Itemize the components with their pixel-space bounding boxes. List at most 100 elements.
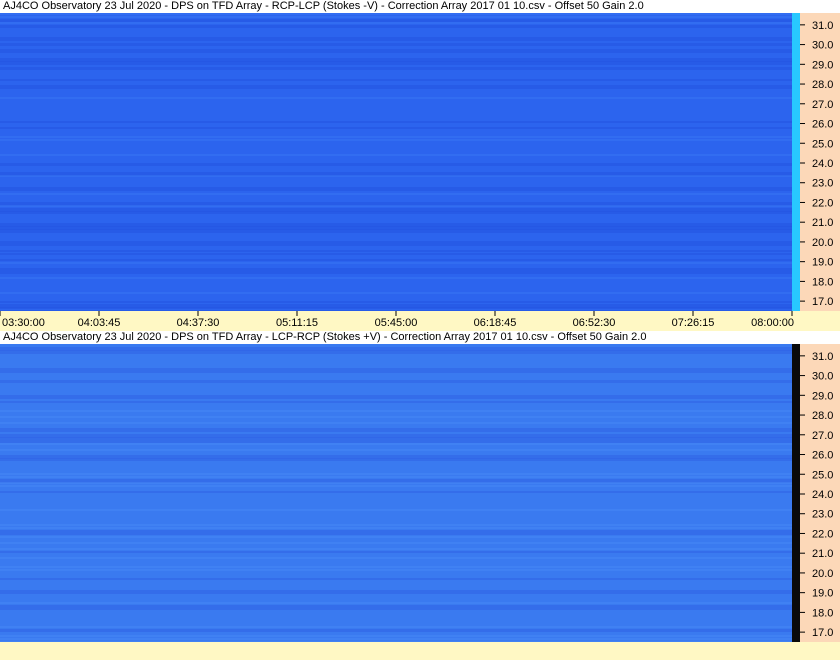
y-tick-label: 25.0 <box>812 469 833 481</box>
frequency-band <box>0 602 792 604</box>
y-tick-label: 29.0 <box>812 390 833 402</box>
frequency-band <box>0 205 792 207</box>
frequency-band <box>0 542 792 544</box>
bottom-chart-title: AJ4CO Observatory 23 Jul 2020 - DPS on T… <box>0 331 840 344</box>
y-tick-label: 18.0 <box>812 607 833 619</box>
x-tick-label: 05:45:00 <box>375 317 418 329</box>
frequency-band <box>0 557 792 559</box>
frequency-band <box>0 401 792 403</box>
frequency-band <box>0 259 792 261</box>
frequency-band <box>0 97 792 99</box>
y-tick-label: 18.0 <box>812 276 833 288</box>
frequency-band <box>0 244 792 246</box>
y-tick-label: 20.0 <box>812 568 833 580</box>
frequency-band <box>0 121 792 123</box>
y-tick-label: 17.0 <box>812 296 833 308</box>
frequency-band <box>0 250 792 252</box>
frequency-band <box>0 608 792 610</box>
frequency-band <box>0 253 792 255</box>
frequency-band <box>0 187 792 191</box>
frequency-band <box>0 410 792 412</box>
frequency-band <box>0 13 792 15</box>
y-tick-label: 26.0 <box>812 450 833 462</box>
frequency-band <box>0 569 792 571</box>
frequency-band <box>0 422 792 424</box>
frequency-band <box>0 524 792 526</box>
y-tick-label: 24.0 <box>812 158 833 170</box>
x-tick-label: 08:00:00 <box>751 317 794 329</box>
frequency-band <box>0 268 792 271</box>
frequency-band <box>0 241 792 244</box>
frequency-band <box>0 211 792 214</box>
frequency-band <box>0 61 792 65</box>
frequency-band <box>0 635 792 637</box>
frequency-band <box>0 428 792 432</box>
x-tick-label: 06:52:30 <box>573 317 616 329</box>
frequency-band <box>0 491 792 493</box>
x-tick-label: 03:30:00 <box>2 317 45 329</box>
y-tick-label: 28.0 <box>812 79 833 91</box>
y-tick-label: 21.0 <box>812 548 833 560</box>
frequency-band <box>0 458 792 461</box>
colorbar <box>792 344 800 642</box>
top-spectrogram-panel: 31.0 30.0 29.0 28.0 27.0 26.0 25.0 24.0 23.0 22.0… <box>0 13 840 311</box>
frequency-band <box>0 536 792 538</box>
x-tick-label: 05:11:15 <box>276 317 318 329</box>
y-tick-label: 27.0 <box>812 99 833 111</box>
frequency-band <box>0 193 792 195</box>
bottom-spectrogram-panel: 31.0 30.0 29.0 28.0 27.0 26.0 25.0 24.0 23.0 22.0… <box>0 344 840 642</box>
frequency-band <box>0 25 792 28</box>
y-tick-label: 28.0 <box>812 410 833 422</box>
spectrogram-plot-area <box>0 13 792 311</box>
frequency-band <box>0 527 792 529</box>
frequency-band <box>0 638 792 640</box>
y-tick-label: 29.0 <box>812 59 833 71</box>
frequency-band <box>0 551 792 553</box>
y-tick-label: 22.0 <box>812 528 833 540</box>
frequency-band <box>0 485 792 487</box>
frequency-band <box>0 79 792 81</box>
frequency-band <box>0 301 792 303</box>
bottom-axis-strip <box>0 642 840 660</box>
y-tick-label: 22.0 <box>812 197 833 209</box>
frequency-band <box>0 482 792 484</box>
frequency-band <box>0 139 792 141</box>
y-tick-label: 19.0 <box>812 588 833 600</box>
frequency-band <box>0 605 792 608</box>
y-tick-label: 27.0 <box>812 430 833 442</box>
y-tick-label: 25.0 <box>812 138 833 150</box>
frequency-band <box>0 37 792 41</box>
y-tick-label: 23.0 <box>812 178 833 190</box>
frequency-band <box>0 16 792 18</box>
frequency-band <box>0 368 792 371</box>
frequency-band <box>0 271 792 274</box>
frequency-band <box>0 509 792 511</box>
frequency-band <box>0 626 792 628</box>
frequency-band <box>0 67 792 70</box>
frequency-band <box>0 395 792 399</box>
time-axis: 03:30:00 04:03:45 04:37:30 05:11:15 05:45:00… <box>0 311 840 331</box>
frequency-band <box>0 380 792 383</box>
y-tick-label: 19.0 <box>812 257 833 269</box>
y-tick-label: 26.0 <box>812 119 833 131</box>
y-tick-label: 23.0 <box>812 509 833 521</box>
frequency-band <box>0 350 792 354</box>
frequency-band <box>0 175 792 177</box>
y-tick-label: 30.0 <box>812 371 833 383</box>
frequency-band <box>0 163 792 166</box>
colorbar <box>792 13 800 311</box>
frequency-band <box>0 229 792 233</box>
frequency-band <box>0 476 792 478</box>
frequency-band <box>0 590 792 594</box>
y-tick-label: 17.0 <box>812 627 833 639</box>
frequency-band <box>0 416 792 418</box>
frequency-band <box>0 533 792 535</box>
top-chart-title: AJ4CO Observatory 23 Jul 2020 - DPS on T… <box>0 0 840 13</box>
frequency-band <box>0 154 792 156</box>
frequency-band <box>0 443 792 445</box>
frequency-band <box>0 22 792 24</box>
frequency-band <box>0 292 792 294</box>
y-tick-label: 31.0 <box>812 351 833 363</box>
x-tick-label: 06:18:45 <box>474 317 517 329</box>
frequency-band <box>0 629 792 632</box>
